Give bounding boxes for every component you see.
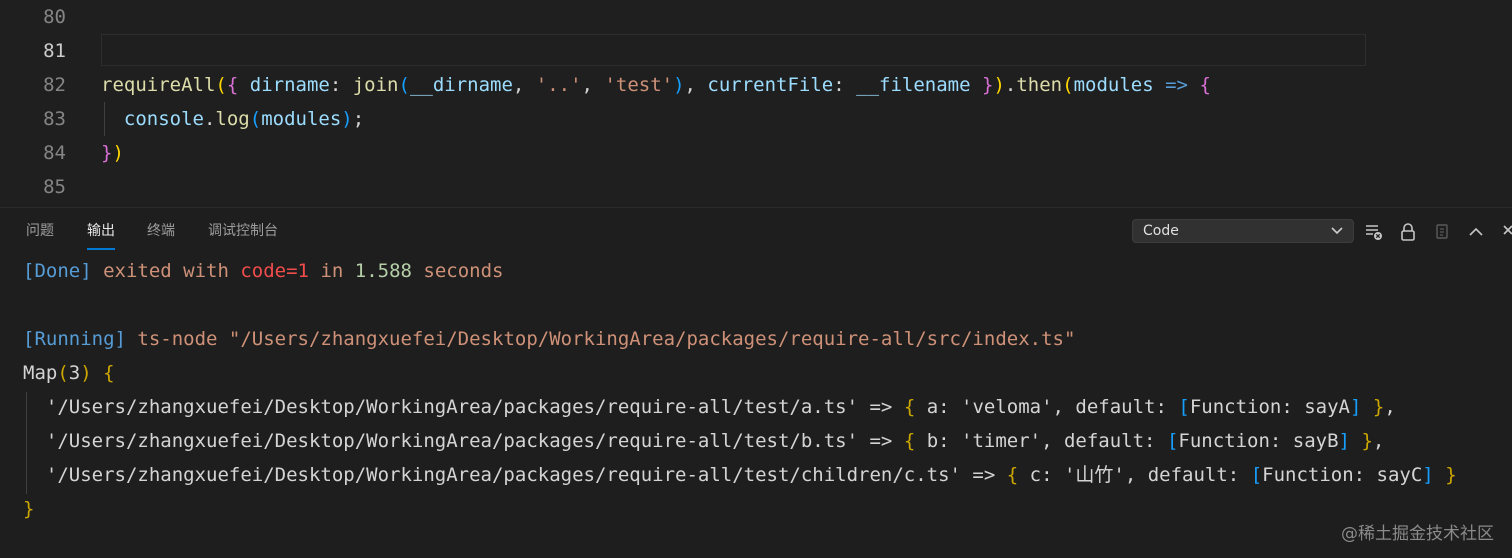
code-editor[interactable]: 80 81 82 requireAll({ dirname: join(__dirna… <box>0 0 1512 206</box>
editor-line[interactable]: 85 <box>0 170 1512 204</box>
copy-icon <box>1436 224 1448 239</box>
output-line: '/Users/zhangxuefei/Desktop/WorkingArea/… <box>23 396 1396 418</box>
output-channel-select[interactable]: Code <box>1132 219 1354 243</box>
line-code: console.log(modules); <box>123 108 365 130</box>
tab-output[interactable]: 输出 <box>87 208 115 255</box>
output-line: '/Users/zhangxuefei/Desktop/WorkingArea/… <box>23 430 1385 452</box>
watermark: @稀土掘金技术社区 <box>1341 524 1494 544</box>
clear-output-icon[interactable] <box>1364 222 1384 242</box>
line-number: 81 <box>43 40 66 62</box>
line-code: }) <box>101 142 124 164</box>
output-channel-label: Code <box>1143 223 1179 239</box>
line-number: 85 <box>43 176 66 198</box>
line-code: requireAll({ dirname: join(__dirname, '.… <box>101 74 1211 96</box>
editor-line[interactable]: 81 <box>0 34 1512 68</box>
close-icon[interactable] <box>1500 222 1512 242</box>
chevron-down-icon <box>1331 227 1343 235</box>
line-number: 84 <box>43 142 66 164</box>
tab-terminal[interactable]: 终端 <box>147 208 175 255</box>
lock-icon[interactable] <box>1398 222 1418 242</box>
output-line: [Running] ts-node "/Users/zhangxuefei/De… <box>23 328 1076 350</box>
output-line: '/Users/zhangxuefei/Desktop/WorkingArea/… <box>23 464 1457 486</box>
output-line: } <box>23 498 35 520</box>
chevron-up-icon[interactable] <box>1466 222 1486 242</box>
panel-header: 问题 输出 终端 调试控制台 Code <box>0 207 1512 255</box>
tab-problems[interactable]: 问题 <box>26 208 54 255</box>
output-line: Map(3) { <box>23 362 115 384</box>
editor-line[interactable]: 82 requireAll({ dirname: join(__dirname, … <box>0 68 1512 102</box>
tab-debug-console[interactable]: 调试控制台 <box>208 208 278 255</box>
line-number: 82 <box>43 74 66 96</box>
editor-line[interactable]: 83 console.log(modules); <box>0 102 1512 136</box>
editor-line[interactable]: 84}) <box>0 136 1512 170</box>
line-number: 83 <box>43 108 66 130</box>
line-number: 80 <box>43 6 66 28</box>
output-line: [Done] exited with code=1 in 1.588 secon… <box>23 260 504 282</box>
editor-line[interactable]: 80 <box>0 0 1512 34</box>
